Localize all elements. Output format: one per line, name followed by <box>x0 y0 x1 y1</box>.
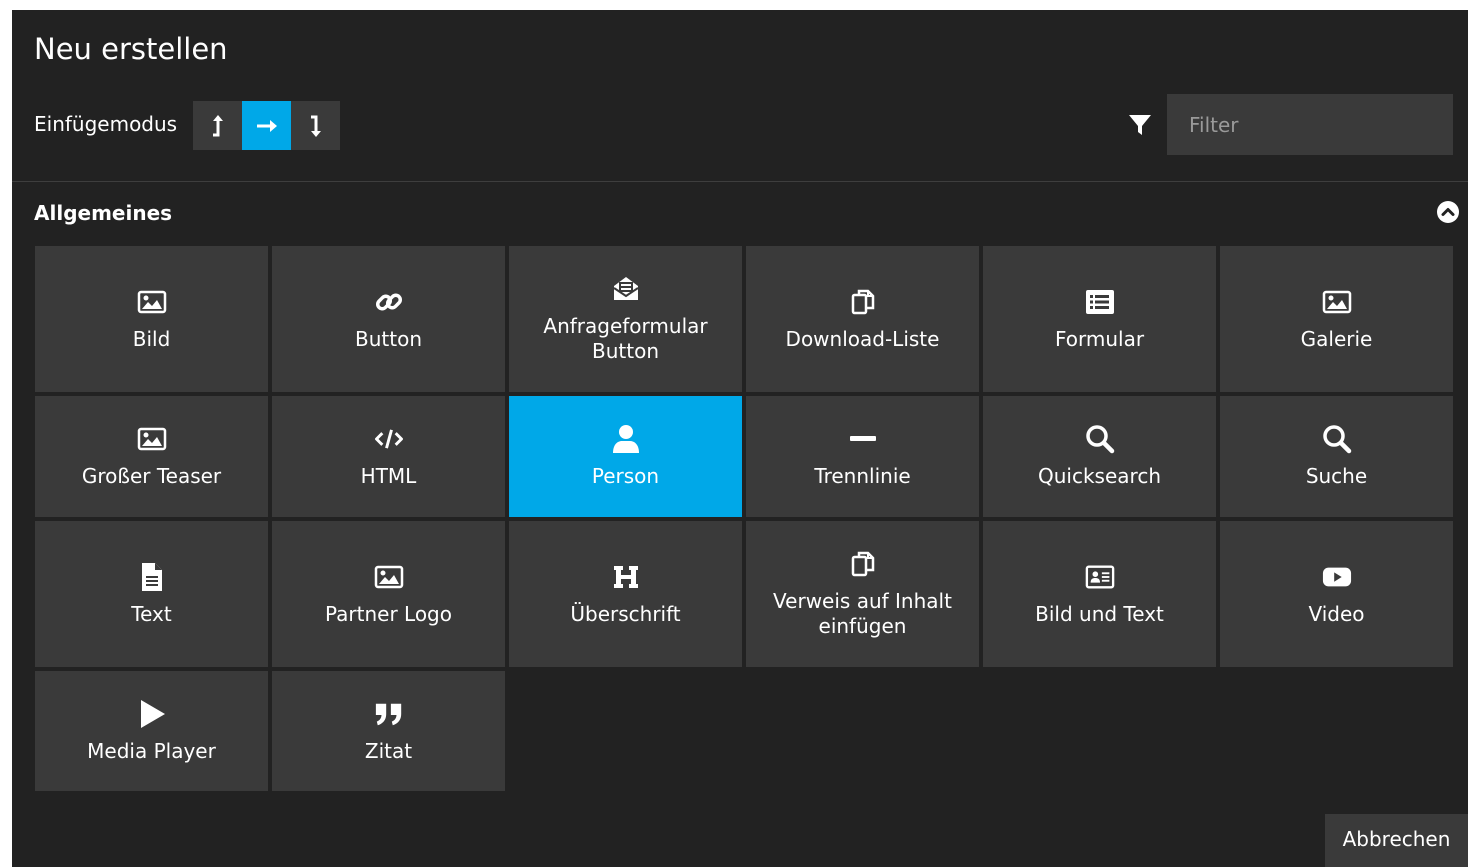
envelope-open-icon <box>612 277 639 300</box>
tile-suche[interactable]: Suche <box>1220 396 1453 517</box>
create-dialog: Neu erstellen Einfügemodus Allgemeines <box>12 10 1468 867</box>
image-icon <box>137 427 166 451</box>
filter-icon <box>1129 115 1151 135</box>
list-alt-icon <box>1085 289 1114 314</box>
file-text-icon <box>141 562 162 591</box>
tile-label: Person <box>591 464 660 488</box>
tile-bild-und-text[interactable]: Bild und Text <box>983 521 1216 667</box>
tile-galerie[interactable]: Galerie <box>1220 246 1453 392</box>
minus-icon <box>849 436 876 441</box>
tile-label: Formular <box>1054 326 1145 351</box>
tile-label: Großer Teaser <box>81 464 222 488</box>
tile-label: Partner Logo <box>324 601 452 626</box>
tile-label: Text <box>131 601 172 626</box>
copy-icon <box>851 289 874 314</box>
tile-anfrageformular-button[interactable]: Anfrageformular Button <box>509 246 742 392</box>
link-icon <box>375 292 402 311</box>
image-icon <box>1322 290 1351 313</box>
tile-html[interactable]: HTML <box>272 396 505 517</box>
search-icon <box>1085 425 1114 454</box>
tile-label: Video <box>1308 601 1365 626</box>
user-icon <box>612 425 639 453</box>
header-divider <box>12 181 1468 182</box>
tile-verweis-auf-inhalt[interactable]: Verweis auf Inhalt einfügen <box>746 521 979 667</box>
insert-mode-before-button[interactable] <box>193 101 242 150</box>
arrow-up-icon <box>212 114 223 136</box>
element-grid: Bild Button Anfrageformular Button Downl… <box>35 246 1453 791</box>
tile-zitat[interactable]: Zitat <box>272 671 505 791</box>
tile-label: Überschrift <box>570 601 681 626</box>
code-icon <box>374 429 403 449</box>
tile-label: Bild <box>132 326 171 351</box>
tile-label: Anfrageformular Button <box>543 314 708 363</box>
image-icon <box>137 290 166 313</box>
search-icon <box>1322 425 1351 454</box>
arrow-down-icon <box>310 115 321 137</box>
filter-input[interactable] <box>1167 94 1453 155</box>
tile-formular[interactable]: Formular <box>983 246 1216 392</box>
insert-mode-group <box>193 101 340 150</box>
arrow-right-icon <box>256 119 277 132</box>
section-title: Allgemeines <box>34 201 173 225</box>
copy-icon <box>851 551 874 577</box>
tile-label: Suche <box>1305 464 1368 488</box>
dialog-title: Neu erstellen <box>34 32 228 66</box>
chevron-up-circle-icon[interactable] <box>1437 201 1459 223</box>
tile-ueberschrift[interactable]: Überschrift <box>509 521 742 667</box>
tile-quicksearch[interactable]: Quicksearch <box>983 396 1216 517</box>
tile-video[interactable]: Video <box>1220 521 1453 667</box>
tile-media-player[interactable]: Media Player <box>35 671 268 791</box>
tile-grosser-teaser[interactable]: Großer Teaser <box>35 396 268 517</box>
insert-mode-after-button[interactable] <box>242 101 291 150</box>
tile-download-liste[interactable]: Download-Liste <box>746 246 979 392</box>
tile-text[interactable]: Text <box>35 521 268 667</box>
quote-icon <box>375 703 401 725</box>
tile-label: Media Player <box>87 738 216 763</box>
tile-button[interactable]: Button <box>272 246 505 392</box>
cancel-button[interactable]: Abbrechen <box>1325 814 1468 867</box>
tile-label: Quicksearch <box>1038 464 1161 488</box>
heading-icon <box>613 565 638 588</box>
image-icon <box>374 565 403 588</box>
play-icon <box>140 699 165 728</box>
youtube-icon <box>1322 567 1351 586</box>
tile-label: HTML <box>360 464 417 488</box>
insert-mode-label: Einfügemodus <box>34 112 178 136</box>
insert-mode-inside-button[interactable] <box>291 101 340 150</box>
tile-label: Bild und Text <box>1035 601 1164 626</box>
tile-label: Trennlinie <box>814 464 911 488</box>
tile-label: Verweis auf Inhalt einfügen <box>773 589 952 638</box>
tile-bild[interactable]: Bild <box>35 246 268 392</box>
tile-label: Button <box>355 326 422 351</box>
tile-label: Galerie <box>1300 326 1373 351</box>
tile-label: Download-Liste <box>785 326 940 351</box>
tile-partner-logo[interactable]: Partner Logo <box>272 521 505 667</box>
tile-trennlinie[interactable]: Trennlinie <box>746 396 979 517</box>
tile-label: Zitat <box>364 738 413 763</box>
id-card-icon <box>1085 565 1114 588</box>
tile-person[interactable]: Person <box>509 396 742 517</box>
